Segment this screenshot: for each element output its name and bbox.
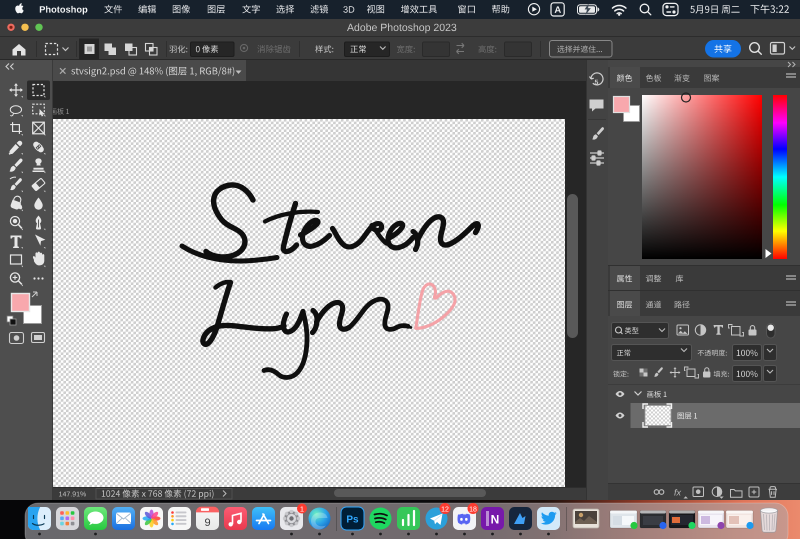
svg-text:1: 1: [300, 505, 304, 514]
svg-text:12: 12: [441, 506, 449, 513]
svg-text:18: 18: [469, 506, 477, 513]
svg-text:9: 9: [204, 517, 210, 529]
svg-text:Ps: Ps: [346, 515, 359, 526]
svg-text:N: N: [491, 513, 500, 527]
